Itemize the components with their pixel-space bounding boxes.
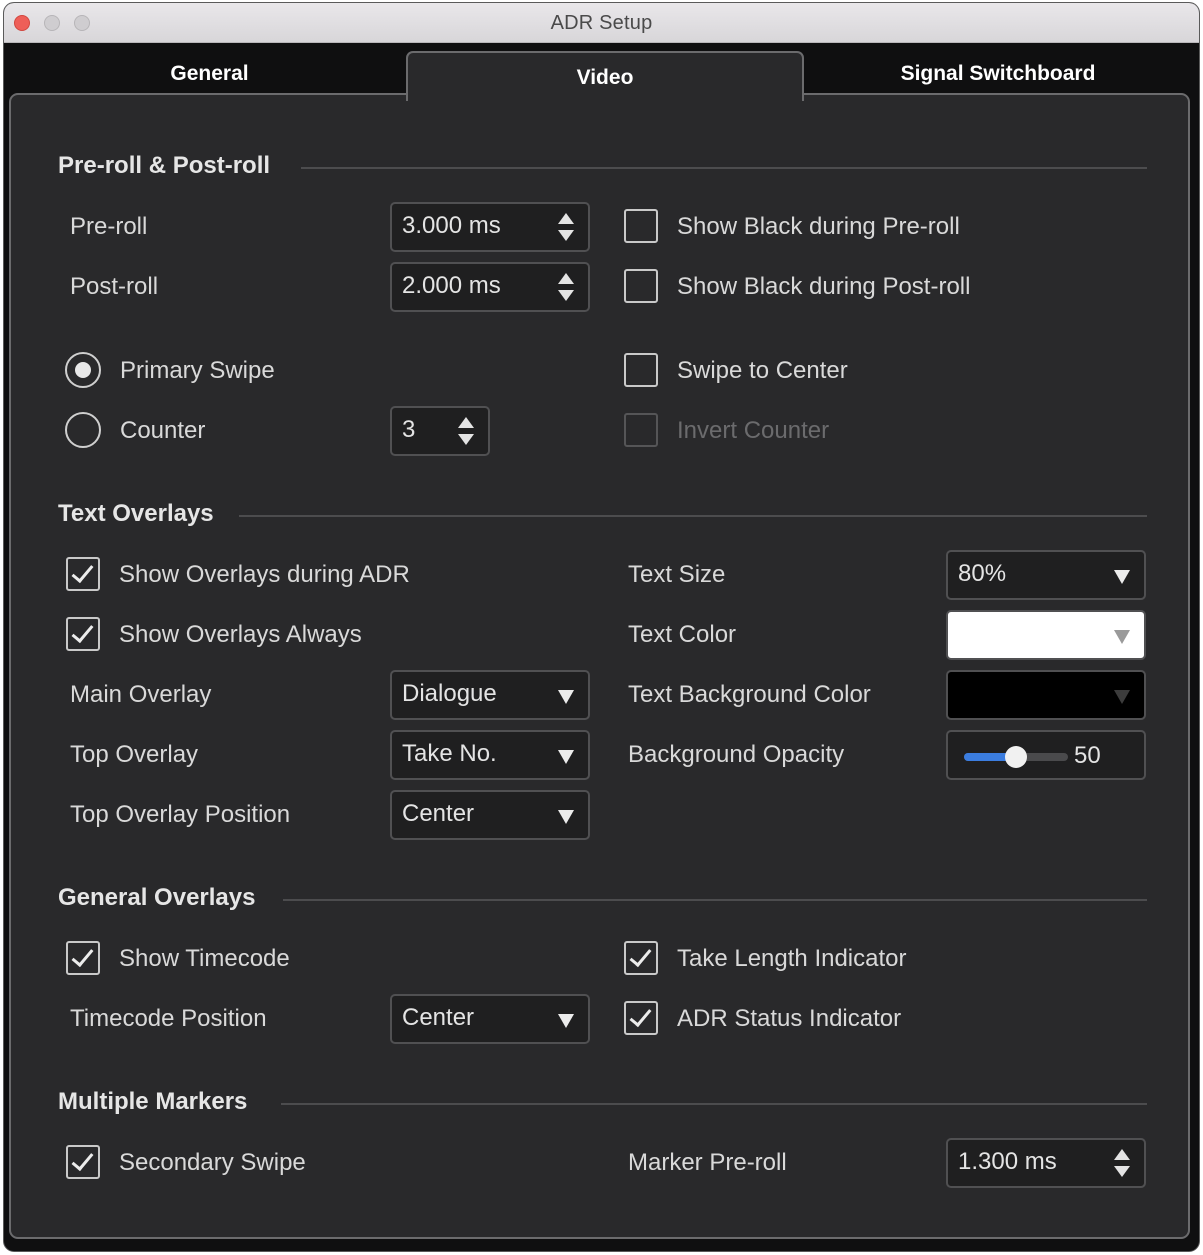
swipe-to-center-label: Swipe to Center xyxy=(677,357,848,384)
stepper-arrows-icon[interactable] xyxy=(1114,1147,1130,1179)
adr-status-indicator-label: ADR Status Indicator xyxy=(677,1005,902,1032)
checkmark-icon xyxy=(629,1003,652,1028)
take-length-indicator-checkbox[interactable] xyxy=(624,941,658,975)
swipe-to-center-checkbox[interactable] xyxy=(624,353,658,387)
window-title: ADR Setup xyxy=(550,12,653,34)
stepper-arrows-icon[interactable] xyxy=(458,415,474,447)
tab-signal-switchboard[interactable]: Signal Switchboard xyxy=(804,43,1192,99)
video-settings-panel: Pre-roll & Post-roll Pre-roll 3.000 ms P… xyxy=(9,93,1190,1239)
show-black-postroll-checkbox[interactable] xyxy=(624,269,658,303)
timecode-position-value: Center xyxy=(402,1004,475,1031)
preroll-value: 3.000 ms xyxy=(402,212,501,239)
dropdown-arrow-icon xyxy=(558,750,574,764)
show-timecode-label: Show Timecode xyxy=(119,945,290,972)
checkmark-icon xyxy=(71,1147,94,1172)
dropdown-arrow-icon xyxy=(558,810,574,824)
dropdown-arrow-icon xyxy=(558,1014,574,1028)
postroll-stepper[interactable]: 2.000 ms xyxy=(390,262,590,312)
marker-preroll-value: 1.300 ms xyxy=(958,1148,1057,1175)
show-overlays-during-adr-label: Show Overlays during ADR xyxy=(119,561,410,588)
show-overlays-during-adr-checkbox[interactable] xyxy=(66,557,100,591)
show-overlays-always-label: Show Overlays Always xyxy=(119,621,362,648)
checkmark-icon xyxy=(71,943,94,968)
dropdown-arrow-icon xyxy=(1114,690,1130,704)
top-overlay-label: Top Overlay xyxy=(70,741,199,768)
text-color-label: Text Color xyxy=(628,621,737,648)
secondary-swipe-checkbox[interactable] xyxy=(66,1145,100,1179)
marker-preroll-stepper[interactable]: 1.300 ms xyxy=(946,1138,1146,1188)
top-overlay-value: Take No. xyxy=(402,740,497,767)
secondary-swipe-label: Secondary Swipe xyxy=(119,1149,306,1176)
section-divider xyxy=(281,1103,1147,1105)
section-divider xyxy=(301,167,1147,169)
background-opacity-value: 50 xyxy=(1074,742,1101,769)
main-overlay-value: Dialogue xyxy=(402,680,497,707)
show-timecode-checkbox[interactable] xyxy=(66,941,100,975)
stepper-arrows-icon[interactable] xyxy=(558,211,574,243)
checkmark-icon xyxy=(71,559,94,584)
section-title-preroll: Pre-roll & Post-roll xyxy=(58,152,271,179)
checkmark-icon xyxy=(71,619,94,644)
primary-swipe-label: Primary Swipe xyxy=(120,357,275,384)
timecode-position-dropdown[interactable]: Center xyxy=(390,994,590,1044)
text-background-color-label: Text Background Color xyxy=(628,681,871,708)
checkmark-icon xyxy=(629,943,652,968)
show-black-preroll-checkbox[interactable] xyxy=(624,209,658,243)
text-background-color-picker[interactable] xyxy=(946,670,1146,720)
adr-status-indicator-checkbox[interactable] xyxy=(624,1001,658,1035)
stepper-arrows-icon[interactable] xyxy=(558,271,574,303)
background-opacity-label: Background Opacity xyxy=(628,741,845,768)
dropdown-arrow-icon xyxy=(1114,570,1130,584)
take-length-indicator-label: Take Length Indicator xyxy=(677,945,907,972)
show-overlays-always-checkbox[interactable] xyxy=(66,617,100,651)
timecode-position-label: Timecode Position xyxy=(70,1005,267,1032)
slider-track[interactable] xyxy=(964,746,1068,768)
section-title-general-overlays: General Overlays xyxy=(58,884,256,911)
title-bar[interactable]: ADR Setup xyxy=(4,3,1199,43)
show-black-postroll-label: Show Black during Post-roll xyxy=(677,273,971,300)
dropdown-arrow-icon xyxy=(1114,630,1130,644)
top-overlay-position-dropdown[interactable]: Center xyxy=(390,790,590,840)
counter-value: 3 xyxy=(402,416,416,443)
text-size-dropdown[interactable]: 80% xyxy=(946,550,1146,600)
preroll-label: Pre-roll xyxy=(70,213,148,240)
marker-preroll-label: Marker Pre-roll xyxy=(628,1149,787,1176)
text-size-value: 80% xyxy=(958,560,1007,587)
counter-stepper[interactable]: 3 xyxy=(390,406,490,456)
dropdown-arrow-icon xyxy=(558,690,574,704)
section-title-text-overlays: Text Overlays xyxy=(58,500,214,527)
counter-radio[interactable] xyxy=(65,412,101,448)
top-overlay-dropdown[interactable]: Take No. xyxy=(390,730,590,780)
slider-thumb[interactable] xyxy=(1005,746,1027,768)
postroll-value: 2.000 ms xyxy=(402,272,501,299)
postroll-label: Post-roll xyxy=(70,273,159,300)
top-overlay-position-value: Center xyxy=(402,800,475,827)
counter-label: Counter xyxy=(120,417,206,444)
radio-selected-dot xyxy=(75,362,91,378)
top-overlay-position-label: Top Overlay Position xyxy=(70,801,291,828)
invert-counter-label: Invert Counter xyxy=(677,417,830,444)
background-opacity-slider[interactable]: 50 xyxy=(946,730,1146,780)
main-overlay-dropdown[interactable]: Dialogue xyxy=(390,670,590,720)
section-title-multiple-markers: Multiple Markers xyxy=(58,1088,248,1115)
invert-counter-checkbox xyxy=(624,413,658,447)
text-color-picker[interactable] xyxy=(946,610,1146,660)
tab-video[interactable]: Video xyxy=(406,51,804,101)
section-divider xyxy=(283,899,1147,901)
text-size-label: Text Size xyxy=(628,561,726,588)
section-divider xyxy=(239,515,1147,517)
tab-general[interactable]: General xyxy=(12,43,407,99)
show-black-preroll-label: Show Black during Pre-roll xyxy=(677,213,960,240)
preroll-stepper[interactable]: 3.000 ms xyxy=(390,202,590,252)
primary-swipe-radio[interactable] xyxy=(65,352,101,388)
main-overlay-label: Main Overlay xyxy=(70,681,212,708)
